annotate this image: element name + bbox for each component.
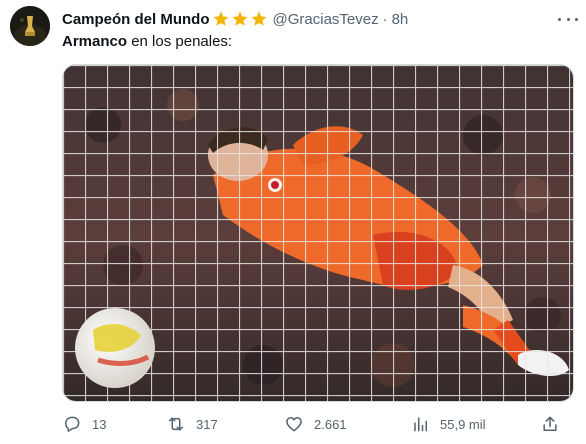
badges	[212, 10, 269, 28]
reply-icon	[65, 416, 80, 432]
separator: ·	[382, 10, 388, 28]
tweet-text-rest: en los penales:	[127, 33, 233, 50]
display-name[interactable]: Campeón del Mundo	[62, 11, 210, 28]
reply-button[interactable]: 13	[62, 412, 106, 436]
goalkeeper-photo	[63, 65, 573, 401]
share-icon	[543, 416, 557, 431]
share-button[interactable]	[540, 412, 560, 436]
retweet-button[interactable]: 317	[166, 412, 218, 436]
star-icon	[232, 11, 247, 26]
soccer-ball	[75, 308, 155, 388]
tweet-image[interactable]	[62, 64, 574, 402]
retweet-icon	[169, 417, 183, 431]
action-bar: 13 317 2.661 55,9 mil	[62, 412, 578, 436]
tweet-text: Armanco en los penales:	[62, 32, 232, 52]
tweet-text-bold: Armanco	[62, 33, 128, 50]
views-icon	[414, 417, 427, 432]
views-button[interactable]: 55,9 mil	[410, 412, 486, 436]
star-icon	[251, 11, 266, 26]
star-icon	[213, 11, 228, 26]
heart-icon	[286, 417, 302, 432]
tweet-header: Campeón del Mundo @GraciasTevez · 8h	[62, 9, 408, 29]
retweet-count: 317	[196, 416, 218, 432]
avatar-image	[10, 6, 50, 46]
reply-count: 13	[92, 416, 107, 432]
timestamp[interactable]: 8h	[392, 11, 409, 28]
handle[interactable]: @GraciasTevez	[273, 11, 379, 28]
like-count: 2.661	[314, 416, 347, 432]
like-button[interactable]: 2.661	[284, 412, 347, 436]
avatar[interactable]	[10, 6, 50, 46]
tweet[interactable]: Campeón del Mundo @GraciasTevez · 8h Arm…	[0, 0, 586, 444]
more-options-icon[interactable]	[558, 11, 578, 27]
views-count: 55,9 mil	[440, 416, 486, 432]
